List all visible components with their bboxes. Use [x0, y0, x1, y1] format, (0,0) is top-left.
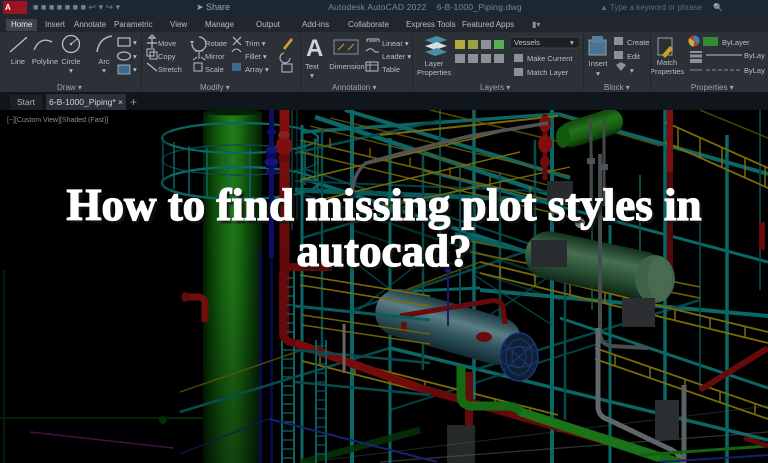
svg-text:A: A	[306, 35, 323, 62]
